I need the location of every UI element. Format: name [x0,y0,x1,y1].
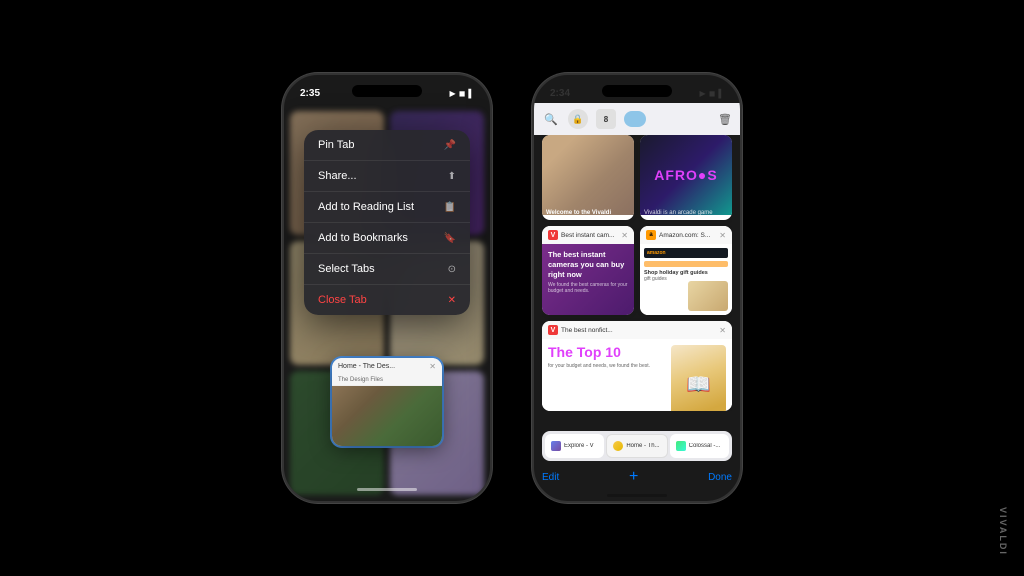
tab-count-icon[interactable]: 8 [596,109,616,129]
tab-vivaldi-content: Welcome to the Vivaldi [542,135,634,215]
vivaldi-tab-label: Welcome to the Vivaldi [546,210,611,216]
tab-top10-favicon: V [548,325,558,335]
tab-amazon-favicon: a [646,230,656,240]
tab-camera-title: Best instant cam... [561,232,618,239]
camera-heading: The best instant cameras you can buy rig… [548,250,628,279]
lock-icon[interactable]: 🔒 [568,109,588,129]
top10-description: for your budget and needs, we found the … [548,363,665,370]
wifi-icon-right: ◼ [709,89,716,98]
tab-amazon-content: amazon Shop holiday gift guides gift gui… [640,244,732,315]
tab-cell-top10[interactable]: V The best nonfict... ✕ The Top 10 for y… [542,321,732,411]
tab-card-image [332,386,442,446]
tab-cell-afro[interactable]: AFRO●S Vivaldi is an arcade game [640,135,732,220]
afro-tab-label: Vivaldi is an arcade game [644,210,713,216]
amazon-promo-image [688,281,728,311]
search-icon[interactable]: 🔍 [542,110,560,128]
menu-item-share[interactable]: Share... ⬆ [304,161,470,192]
close-tab-icon: ✕ [448,295,456,306]
wifi-icon: ◼ [459,89,466,98]
signal-icon-right: ▶ [700,89,706,98]
reading-list-icon: 📋 [444,202,456,213]
afro-game-text: AFRO●S [654,167,717,183]
tab-amazon-title: Amazon.com: S... [659,232,716,239]
menu-item-bookmarks-label: Add to Bookmarks [318,232,408,244]
pin-icon: 📌 [444,140,456,151]
tab-top10-title: The best nonfict... [561,327,716,334]
tab-strip-explore[interactable]: Explore - V [545,434,604,458]
add-tab-button[interactable]: + [629,468,638,486]
tab-camera-close[interactable]: ✕ [621,231,628,240]
tab-top10-content: The Top 10 for your budget and needs, we… [542,339,732,411]
share-icon: ⬆ [448,171,456,182]
tab-strip-home-label: Home - Th... [626,443,659,449]
home-indicator-left [357,488,417,491]
trash-icon[interactable]: 🗑 [718,113,732,126]
tab-strip-colossal[interactable]: Colossal -... [670,434,729,458]
battery-icon-right: ▌ [718,89,724,98]
tab-card-header: Home - The Des... ✕ [332,358,442,375]
browser-bottom-bar: Edit + Done [542,463,732,491]
menu-item-reading-list[interactable]: Add to Reading List 📋 [304,192,470,223]
tab-camera-favicon: V [548,230,558,240]
top10-title: The Top 10 [548,345,665,360]
sync-icon[interactable] [624,111,646,127]
vivaldi-watermark: VIVALDI [998,507,1008,556]
amazon-logo: amazon [647,250,666,256]
tab-strip: Explore - V Home - Th... Colossal -... [542,431,732,461]
select-tabs-icon: ⊙ [448,264,456,275]
dynamic-island-right [602,85,672,97]
tab-card-subtitle: The Design Files [332,375,442,386]
camera-subtext: We found the best cameras for your budge… [548,282,628,294]
battery-icon: ▌ [468,89,474,98]
top10-text-block: The Top 10 for your budget and needs, we… [548,345,665,411]
menu-item-pin-label: Pin Tab [318,139,355,151]
tab-afro-content: AFRO●S Vivaldi is an arcade game [640,135,732,215]
tab-camera-header: V Best instant cam... ✕ [542,226,634,244]
done-button[interactable]: Done [708,472,732,483]
tab-amazon-close[interactable]: ✕ [719,231,726,240]
top10-book-image: 📖 [671,345,726,411]
tab-card-close-button[interactable]: ✕ [429,362,436,371]
tab-camera-content: The best instant cameras you can buy rig… [542,244,634,315]
dynamic-island-left [352,85,422,97]
edit-button[interactable]: Edit [542,472,559,483]
tab-card-title: Home - The Des... [338,363,395,370]
menu-item-share-label: Share... [318,170,357,182]
tab-cell-camera[interactable]: V Best instant cam... ✕ The best instant… [542,226,634,315]
menu-item-select-tabs[interactable]: Select Tabs ⊙ [304,254,470,285]
phones-container: 2:35 ▶ ◼ ▌ Pin Tab 📌 [282,73,742,503]
tab-strip-colossal-favicon [676,441,686,451]
menu-item-close-tab[interactable]: Close Tab ✕ [304,285,470,315]
menu-item-pin[interactable]: Pin Tab 📌 [304,130,470,161]
tab-top10-header: V The best nonfict... ✕ [542,321,732,339]
tab-strip-explore-label: Explore - V [564,443,594,449]
browser-toolbar: 🔍 🔒 8 🗑 [534,103,740,135]
status-time-right: 2:34 [550,88,570,99]
menu-item-close-label: Close Tab [318,294,367,306]
tab-strip-colossal-label: Colossal -... [689,443,721,449]
tab-strip-home[interactable]: Home - Th... [606,434,667,458]
amazon-header-bar: amazon [644,248,728,258]
tab-cell-vivaldi[interactable]: Welcome to the Vivaldi [542,135,634,220]
bookmark-icon: 🔖 [444,233,456,244]
status-icons-left: ▶ ◼ ▌ [450,89,474,98]
amazon-search-bar [644,261,728,267]
tab-strip-home-favicon [613,441,623,451]
tab-cell-amazon[interactable]: a Amazon.com: S... ✕ amazon Shop holiday… [640,226,732,315]
menu-item-select-label: Select Tabs [318,263,375,275]
tab-strip-explore-favicon [551,441,561,451]
tabs-grid: Welcome to the Vivaldi AFRO●S Vivaldi is… [542,135,732,411]
phone-right: 2:34 ▶ ◼ ▌ 🔍 🔒 8 🗑 Welc [532,73,742,503]
menu-item-reading-label: Add to Reading List [318,201,414,213]
tab-top10-close[interactable]: ✕ [719,326,726,335]
context-menu: Pin Tab 📌 Share... ⬆ Add to Reading List… [304,130,470,315]
phone-left: 2:35 ▶ ◼ ▌ Pin Tab 📌 [282,73,492,503]
active-tab-card: Home - The Des... ✕ The Design Files [332,358,442,446]
menu-item-bookmarks[interactable]: Add to Bookmarks 🔖 [304,223,470,254]
status-icons-right: ▶ ◼ ▌ [700,89,724,98]
home-indicator-right [607,494,667,497]
tab-amazon-header: a Amazon.com: S... ✕ [640,226,732,244]
signal-icon: ▶ [450,89,456,98]
status-time-left: 2:35 [300,88,320,99]
